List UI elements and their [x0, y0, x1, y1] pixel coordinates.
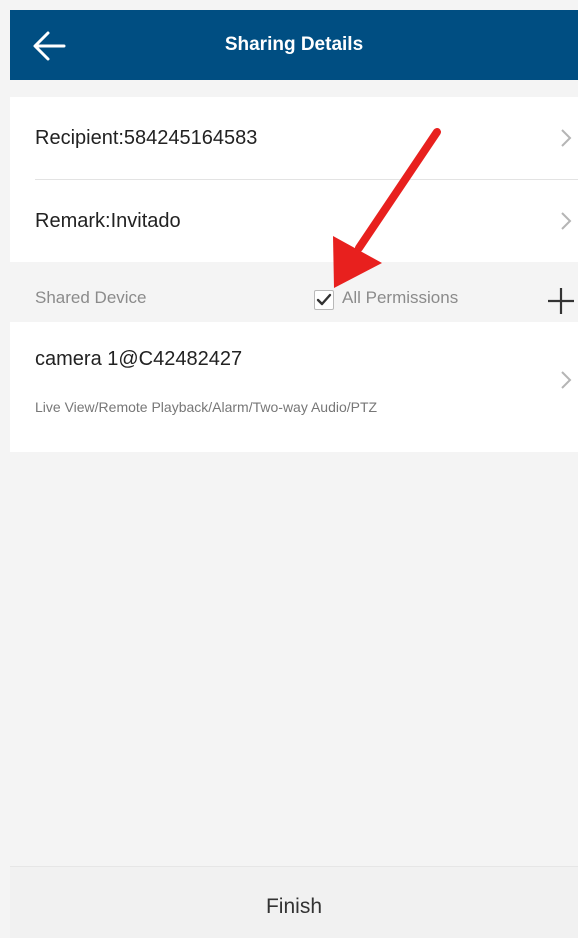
page-title: Sharing Details — [224, 34, 364, 55]
remark-row[interactable]: Remark:Invitado — [10, 180, 578, 262]
arrow-left-icon — [33, 31, 66, 61]
details-list: Recipient:584245164583 Remark:Invitado — [10, 97, 578, 262]
chevron-right-icon — [561, 129, 572, 147]
recipient-row[interactable]: Recipient:584245164583 — [10, 97, 578, 180]
sharing-details-screen: Sharing Details Recipient:584245164583 R… — [0, 0, 578, 938]
checkmark-icon — [316, 293, 332, 306]
chevron-right-icon — [561, 212, 572, 230]
all-permissions-checkbox[interactable] — [314, 290, 334, 310]
add-device-button[interactable] — [544, 284, 578, 318]
header-bar: Sharing Details — [10, 10, 578, 80]
device-permissions: Live View/Remote Playback/Alarm/Two-way … — [35, 399, 378, 415]
plus-icon — [548, 288, 574, 314]
remark-label: Remark:Invitado — [35, 210, 181, 232]
shared-device-section-header: Shared Device All Permissions — [10, 262, 578, 322]
back-button[interactable] — [28, 24, 72, 68]
finish-label: Finish — [265, 895, 323, 918]
shared-device-row[interactable]: camera 1@C42482427 Live View/Remote Play… — [10, 322, 578, 452]
chevron-right-icon — [561, 371, 572, 389]
recipient-label: Recipient:584245164583 — [35, 127, 258, 149]
finish-button[interactable]: Finish — [10, 866, 578, 938]
device-name: camera 1@C42482427 — [35, 348, 243, 370]
